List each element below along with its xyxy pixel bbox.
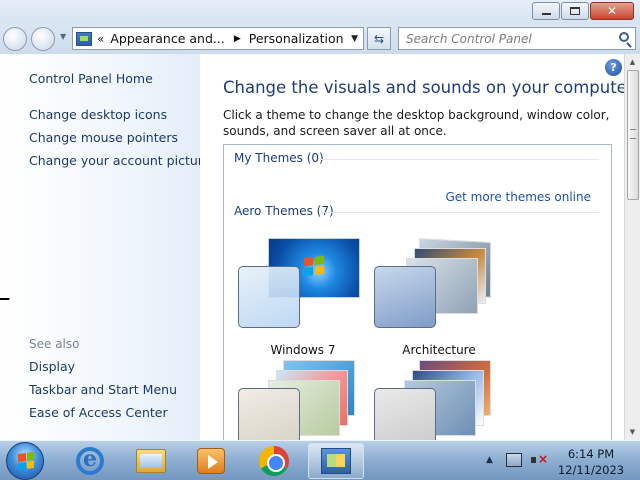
windows-logo-icon xyxy=(304,255,324,277)
close-icon: ✕ xyxy=(606,4,618,18)
theme-third[interactable] xyxy=(238,360,368,440)
page-description: Click a theme to change the desktop back… xyxy=(223,108,610,138)
clock-time: 6:14 PM xyxy=(567,447,615,461)
chrome-icon xyxy=(259,446,289,476)
clock-date: 12/11/2023 xyxy=(557,463,625,477)
breadcrumb-overflow[interactable]: « xyxy=(97,32,104,46)
get-more-themes-link[interactable]: Get more themes online xyxy=(445,190,591,204)
scroll-up-button[interactable]: ▲ xyxy=(625,54,640,70)
page-title: Change the visuals and sounds on your co… xyxy=(223,78,624,97)
minimize-icon xyxy=(541,13,551,15)
taskbar: ▲ 6:14 PM 12/11/2023 xyxy=(0,440,640,480)
theme-windows-7[interactable]: Windows 7 xyxy=(238,238,368,362)
media-player-icon xyxy=(197,448,225,474)
taskbar-start-menu-link[interactable]: Taskbar and Start Menu xyxy=(29,382,177,397)
control-panel-icon xyxy=(76,31,92,46)
address-bar[interactable]: « Appearance and... ▶ Personalization ▼ xyxy=(72,27,364,50)
content-pane: ? Change the visuals and sounds on your … xyxy=(200,54,624,440)
window-controls: ✕ xyxy=(531,2,634,20)
vertical-scrollbar[interactable]: ▲ ▼ xyxy=(624,54,640,440)
volume-muted-icon[interactable] xyxy=(531,452,548,467)
ease-of-access-link[interactable]: Ease of Access Center xyxy=(29,405,168,420)
group-divider xyxy=(320,212,599,213)
window-color-swatch xyxy=(238,388,300,440)
restore-icon xyxy=(570,7,580,15)
refresh-button[interactable]: ⇆ xyxy=(367,27,391,50)
network-icon[interactable] xyxy=(506,453,522,467)
my-themes-heading: My Themes (0) xyxy=(234,151,324,165)
system-clock[interactable]: 6:14 PM 12/11/2023 xyxy=(553,446,629,478)
windows-logo-icon xyxy=(18,451,34,471)
theme-list: My Themes (0) Get more themes online Aer… xyxy=(223,144,612,440)
display-link[interactable]: Display xyxy=(29,359,75,374)
breadcrumb-arrow-icon[interactable]: ▶ xyxy=(234,34,241,44)
back-button[interactable] xyxy=(3,27,27,51)
breadcrumb-appearance[interactable]: Appearance and... xyxy=(110,31,224,46)
group-divider xyxy=(320,159,599,160)
taskbar-chrome[interactable] xyxy=(246,443,302,479)
change-mouse-pointers-link[interactable]: Change mouse pointers xyxy=(29,130,178,145)
window-color-swatch xyxy=(374,266,436,328)
scroll-down-button[interactable]: ▼ xyxy=(625,424,640,440)
internet-explorer-icon xyxy=(76,446,104,475)
maximize-button[interactable] xyxy=(561,2,589,20)
control-panel-home-link[interactable]: Control Panel Home xyxy=(29,71,153,86)
search-icon[interactable] xyxy=(619,32,629,42)
scrollbar-thumb[interactable] xyxy=(627,70,639,200)
help-icon[interactable]: ? xyxy=(605,59,622,76)
recent-pages-dropdown[interactable]: ▼ xyxy=(60,32,66,41)
theme-fourth[interactable] xyxy=(374,360,504,440)
breadcrumb-personalization[interactable]: Personalization xyxy=(249,31,344,46)
search-input[interactable] xyxy=(399,28,599,49)
see-also-heading: See also xyxy=(29,337,80,351)
mouse-cursor xyxy=(0,300,9,316)
task-pane: Control Panel Home Change desktop icons … xyxy=(0,54,210,440)
folder-icon xyxy=(136,449,166,473)
window-color-swatch xyxy=(238,266,300,328)
address-dropdown-icon[interactable]: ▼ xyxy=(351,34,358,44)
start-button[interactable] xyxy=(6,442,44,480)
change-account-picture-link[interactable]: Change your account picture xyxy=(29,153,210,168)
change-desktop-icons-link[interactable]: Change desktop icons xyxy=(29,107,167,122)
taskbar-control-panel[interactable] xyxy=(308,443,364,479)
control-panel-icon xyxy=(321,448,351,474)
show-hidden-icons-icon[interactable]: ▲ xyxy=(486,455,493,465)
close-button[interactable]: ✕ xyxy=(590,2,634,20)
navigation-bar: ▼ « Appearance and... ▶ Personalization … xyxy=(0,24,640,54)
window-color-swatch xyxy=(374,388,436,440)
theme-name: Architecture xyxy=(402,343,476,357)
window-title-bar: ✕ xyxy=(0,0,640,24)
forward-button[interactable] xyxy=(31,27,55,51)
theme-name: Windows 7 xyxy=(270,343,336,357)
refresh-icon: ⇆ xyxy=(373,31,385,46)
search-box xyxy=(398,27,636,50)
theme-architecture[interactable]: Architecture xyxy=(374,238,504,362)
taskbar-file-explorer[interactable] xyxy=(123,443,179,479)
aero-themes-heading: Aero Themes (7) xyxy=(234,204,334,218)
taskbar-internet-explorer[interactable] xyxy=(62,443,118,479)
minimize-button[interactable] xyxy=(532,2,560,20)
taskbar-media-player[interactable] xyxy=(183,443,239,479)
